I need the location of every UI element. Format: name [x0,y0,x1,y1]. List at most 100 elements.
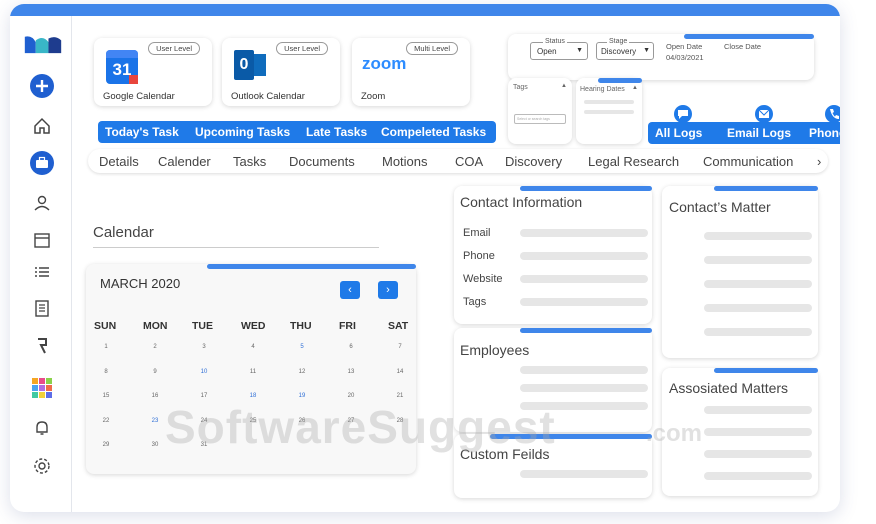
calendar-day[interactable]: 11 [243,369,263,375]
website-field-label: Website [463,273,503,285]
email-logs-button[interactable]: Email Logs [727,126,791,140]
placeholder-line [584,110,634,114]
calendar-day[interactable]: 19 [292,393,312,399]
weekday-header: THU [290,320,312,332]
outlook-calendar-card[interactable]: User Level 0 Outlook Calendar [222,38,340,106]
calendar-day[interactable]: 7 [390,344,410,350]
contacts-icon[interactable] [30,191,54,215]
tab-legal-research[interactable]: Legal Research [588,154,679,169]
calendar-day[interactable]: 5 [292,344,312,350]
home-icon[interactable] [30,114,54,138]
notification-bell-icon[interactable] [30,416,54,440]
accent-bar [207,264,416,269]
tags-input[interactable]: Select or search tags [514,114,566,124]
hearing-dates-panel[interactable]: Hearing Dates ▲ [576,78,642,144]
outlook-glyph: 0 [239,56,249,73]
apps-grid-icon[interactable] [30,376,54,400]
calendar-day[interactable]: 16 [145,393,165,399]
calendar-day[interactable]: 15 [96,393,116,399]
weekday-header: FRI [339,320,356,332]
calendar-day[interactable]: 1 [96,344,116,350]
stage-label: Stage [607,38,630,45]
completed-tasks-button[interactable]: Compeleted Tasks [381,125,486,139]
phone-logs-button[interactable]: Phone Logs [809,126,840,140]
calendar-day[interactable]: 22 [96,418,116,424]
calendar-day[interactable]: 3 [194,344,214,350]
accent-bar [714,186,818,191]
accent-bar [684,34,814,39]
integration-name: Google Calendar [103,91,175,102]
tab-documents[interactable]: Documents [289,154,355,169]
zoom-card[interactable]: Multi Level zoom Zoom [352,38,470,106]
tab-discovery[interactable]: Discovery [505,154,562,169]
google-calendar-card[interactable]: User Level 31 Google Calendar [94,38,212,106]
add-icon[interactable] [30,74,54,98]
contact-information-title: Contact Information [460,194,583,210]
tab-coa[interactable]: COA [455,154,483,169]
placeholder-line [520,470,648,478]
tab-calender[interactable]: Calender [158,154,211,169]
top-bar [10,4,840,16]
upcoming-tasks-button[interactable]: Upcoming Tasks [195,125,290,139]
placeholder-line [704,450,812,458]
stage-select[interactable]: Stage Discovery ▼ [596,38,654,60]
tab-communication[interactable]: Communication [703,154,793,169]
tab-bar: Details Calender Tasks Documents Motions… [88,149,828,173]
chevron-right-icon[interactable]: › [817,154,821,169]
weekday-header: SUN [94,320,117,332]
calendar-day[interactable]: 18 [243,393,263,399]
todays-task-button[interactable]: Today's Task [105,125,179,139]
placeholder-line [704,472,812,480]
zoom-logo: zoom [362,54,407,73]
settings-gear-icon[interactable] [30,454,54,478]
billing-icon[interactable] [30,334,54,358]
documents-icon[interactable] [30,296,54,320]
calendar-day[interactable]: 2 [145,344,165,350]
tab-tasks[interactable]: Tasks [233,154,266,169]
google-calendar-glyph: 31 [112,60,132,79]
calendar-day[interactable]: 10 [194,369,214,375]
calendar-day[interactable]: 4 [243,344,263,350]
tab-motions[interactable]: Motions [382,154,428,169]
contacts-matter-card: Contact’s Matter [662,186,818,358]
calendar-day[interactable]: 13 [341,369,361,375]
phone-field-label: Phone [463,250,495,262]
placeholder-line [704,406,812,414]
late-tasks-button[interactable]: Late Tasks [306,125,367,139]
calendar-day[interactable]: 20 [341,393,361,399]
calendar-day[interactable]: 8 [96,369,116,375]
phone-icon[interactable] [825,105,840,123]
placeholder-line [704,232,812,240]
tags-label: Tags [513,84,528,91]
email-icon[interactable] [755,105,773,123]
hearing-dates-label: Hearing Dates [580,86,625,93]
calendar-day[interactable]: 14 [390,369,410,375]
calendar-day[interactable]: 29 [96,442,116,448]
calendar-day[interactable]: 21 [390,393,410,399]
placeholder-line [520,366,648,374]
calendar-day[interactable]: 6 [341,344,361,350]
website-value-placeholder [520,275,648,283]
all-logs-button[interactable]: All Logs [655,126,702,140]
tab-details[interactable]: Details [99,154,139,169]
weekday-header: SAT [388,320,409,332]
prev-month-button[interactable]: ‹ [340,281,360,299]
calendar-day[interactable]: 12 [292,369,312,375]
next-month-button[interactable]: › [378,281,398,299]
integration-name: Zoom [361,91,386,102]
calendar-day[interactable]: 23 [145,418,165,424]
placeholder-line [704,256,812,264]
contact-information-card: Contact Information Email Phone Website … [454,186,652,324]
associated-matters-title: Assosiated Matters [669,380,789,396]
calendar-icon[interactable] [30,228,54,252]
briefcase-icon[interactable] [30,151,54,175]
list-icon[interactable] [30,260,54,284]
calendar-day[interactable]: 30 [145,442,165,448]
status-select[interactable]: Status Open ▼ [530,38,588,60]
calendar-day[interactable]: 9 [145,369,165,375]
calendar-day[interactable]: 17 [194,393,214,399]
tags-panel[interactable]: Tags ▲ Select or search tags [508,78,572,144]
weekday-header: TUE [192,320,213,332]
chat-bubble-icon[interactable] [674,105,692,123]
stage-value: Discovery [601,47,637,56]
